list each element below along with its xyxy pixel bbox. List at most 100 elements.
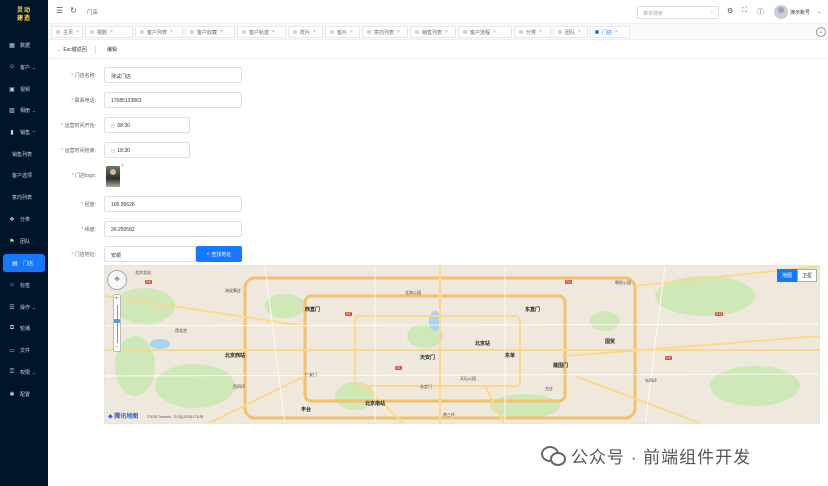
start-time-picker[interactable]: ◷ 08:30 bbox=[104, 117, 190, 133]
highway-shield: G7 bbox=[345, 312, 352, 316]
close-icon[interactable]: × bbox=[493, 29, 496, 35]
phone-field[interactable]: 17685133863 bbox=[104, 92, 242, 108]
map-label: 北京南站 bbox=[365, 401, 386, 407]
tab[interactable]: 主页 × bbox=[51, 26, 83, 38]
close-icon[interactable]: × bbox=[170, 29, 173, 35]
sidebar-item[interactable]: ▣ 视频 bbox=[0, 80, 48, 98]
map-type-satellite[interactable]: 卫星 bbox=[796, 269, 817, 282]
tab-label: 报数 bbox=[97, 29, 108, 36]
menu-fold-icon[interactable]: ☰ bbox=[56, 6, 63, 15]
latitude-label: * 纬度: bbox=[81, 227, 96, 233]
search-address-button[interactable]: ⌕ 查找地址 bbox=[196, 246, 242, 262]
close-icon[interactable]: × bbox=[313, 29, 316, 35]
zoom-in-icon[interactable]: + bbox=[115, 296, 119, 302]
sidebar-item-label: 团队 bbox=[20, 238, 31, 245]
tab[interactable]: 样片 × bbox=[288, 26, 323, 38]
user-icon: ☺ bbox=[8, 64, 16, 70]
tab-dot-icon bbox=[463, 30, 467, 34]
sidebar-item[interactable]: ⌂ 标签 bbox=[0, 276, 48, 294]
tabs-more-icon[interactable]: ⌄ bbox=[816, 27, 826, 37]
logo-line2: 建造 bbox=[16, 16, 31, 22]
tab[interactable]: 客户流程 × bbox=[458, 26, 512, 38]
sidebar-item-label: 客户 bbox=[20, 64, 31, 71]
tab[interactable]: 意向列表 × bbox=[362, 26, 408, 38]
tab[interactable]: 团队 × bbox=[553, 26, 588, 38]
sidebar-item[interactable]: ☰ 操作 ⌄ bbox=[0, 298, 48, 316]
store-name-field[interactable]: 测试门店 bbox=[104, 67, 242, 83]
tab-label: 样片 bbox=[300, 29, 311, 36]
map-pan-icon[interactable]: ✥ bbox=[107, 270, 127, 290]
phone-label-text: 联系电话: bbox=[74, 98, 96, 104]
refresh-icon[interactable]: ↻ bbox=[70, 6, 77, 15]
chevron-down-icon: ⌄ bbox=[32, 107, 36, 113]
settings-icon[interactable]: ⚙ bbox=[727, 7, 733, 15]
end-time-picker[interactable]: ◷ 18:30 bbox=[104, 142, 190, 158]
dashboard-icon: ▦ bbox=[9, 42, 15, 49]
close-icon[interactable]: × bbox=[76, 29, 79, 35]
map-view[interactable]: 北京北站 西直门 北京站 海淀黄庄 北海公园 东直门 朝阳公园 莲花池 北京西站… bbox=[104, 265, 820, 424]
zoom-knob[interactable] bbox=[114, 319, 120, 323]
tab[interactable]: 客户轨迹 × bbox=[237, 26, 286, 38]
map-label: 北海公园 bbox=[405, 290, 421, 295]
close-icon[interactable]: × bbox=[272, 29, 275, 35]
map-copyright: ©2025 Tencent - GS京(2025)1711号 bbox=[147, 415, 204, 419]
close-icon[interactable]: × bbox=[397, 29, 400, 35]
map-type-map[interactable]: 地图 bbox=[776, 269, 797, 282]
tab-dot-icon bbox=[367, 30, 371, 34]
highway-shield: G1 bbox=[395, 366, 402, 370]
tab[interactable]: 门店 × bbox=[590, 26, 630, 38]
tab-dot-icon bbox=[293, 30, 297, 34]
tab[interactable]: 报数 × bbox=[85, 26, 133, 38]
end-time-value: 18:30 bbox=[117, 148, 130, 154]
start-time-label: * 运营时间开始: bbox=[61, 123, 96, 129]
tab[interactable]: 客户列表 × bbox=[135, 26, 183, 38]
back-link[interactable]: ← Esc键返回 bbox=[57, 46, 87, 53]
map-label: 东单 bbox=[505, 353, 516, 359]
map-label: 海淀黄庄 bbox=[225, 288, 241, 293]
close-icon[interactable]: × bbox=[350, 29, 353, 35]
remove-logo-icon[interactable]: × bbox=[121, 163, 124, 169]
sidebar-item-label: 轮播 bbox=[20, 325, 31, 332]
close-icon[interactable]: × bbox=[110, 29, 113, 35]
tab[interactable]: 分类 × bbox=[514, 26, 551, 38]
sidebar-item[interactable]: ✱ 配置 bbox=[0, 385, 48, 403]
chevron-down-icon[interactable]: ⌄ bbox=[817, 9, 821, 15]
sidebar-item[interactable]: ▭ 文件 bbox=[0, 341, 48, 359]
tab[interactable]: 客片 × bbox=[325, 26, 360, 38]
map-label: 丰台 bbox=[301, 407, 312, 413]
zoom-out-icon[interactable]: − bbox=[115, 344, 119, 350]
highway-shield: G6 bbox=[145, 280, 152, 284]
close-icon[interactable]: × bbox=[539, 29, 542, 35]
user-name[interactable]: 演示账号 bbox=[790, 9, 810, 16]
info-icon[interactable]: ⓘ bbox=[757, 7, 764, 17]
close-icon[interactable]: × bbox=[615, 29, 618, 35]
close-icon[interactable]: × bbox=[578, 29, 581, 35]
sidebar-item[interactable]: ⧉ 轮播 bbox=[0, 319, 48, 337]
avatar[interactable] bbox=[774, 5, 788, 19]
map-zoom-slider[interactable]: + − bbox=[113, 294, 121, 352]
tab[interactable]: 客户收藏 × bbox=[185, 26, 235, 38]
tabs-bar: 主页 × 报数 × 客户列表 × 客户收藏 × 客户轨迹 × 样片 × 客片 × 意向列表 × 销售列表 × 客户流… bbox=[48, 24, 828, 40]
map-zoom-control: ✥ + − bbox=[107, 270, 129, 354]
menu-search-input[interactable]: 菜单搜索 ⌄ bbox=[637, 6, 719, 19]
divider bbox=[95, 46, 96, 54]
map-brand-logo: ◆ 腾讯地图 bbox=[108, 414, 139, 420]
close-icon[interactable]: × bbox=[445, 29, 448, 35]
sidebar-item[interactable]: ⚿ 权限 ⌄ bbox=[0, 363, 48, 381]
fullscreen-icon[interactable]: ⛶ bbox=[742, 7, 747, 15]
store-logo-image[interactable] bbox=[106, 166, 120, 187]
sidebar-item-label: 相册 bbox=[20, 107, 31, 114]
tab-label: 销售列表 bbox=[422, 29, 443, 36]
latitude-value: 26.250582 bbox=[111, 227, 135, 233]
map-label: 东直门 bbox=[525, 307, 541, 313]
app-logo[interactable]: 灵动 建造 bbox=[8, 3, 40, 27]
longitude-field[interactable]: 105.95626 bbox=[104, 196, 242, 212]
latitude-field[interactable]: 26.250582 bbox=[104, 221, 242, 237]
close-icon[interactable]: × bbox=[220, 29, 223, 35]
sidebar-item[interactable]: ⚑ 团队 bbox=[0, 232, 48, 250]
address-field[interactable]: 安顺 bbox=[104, 246, 196, 262]
tab-label: 门店 bbox=[602, 29, 613, 36]
tab[interactable]: 销售列表 × bbox=[410, 26, 456, 38]
store-icon: ▤ bbox=[12, 260, 18, 267]
sidebar-item[interactable]: ▦ 数据 bbox=[0, 36, 48, 54]
